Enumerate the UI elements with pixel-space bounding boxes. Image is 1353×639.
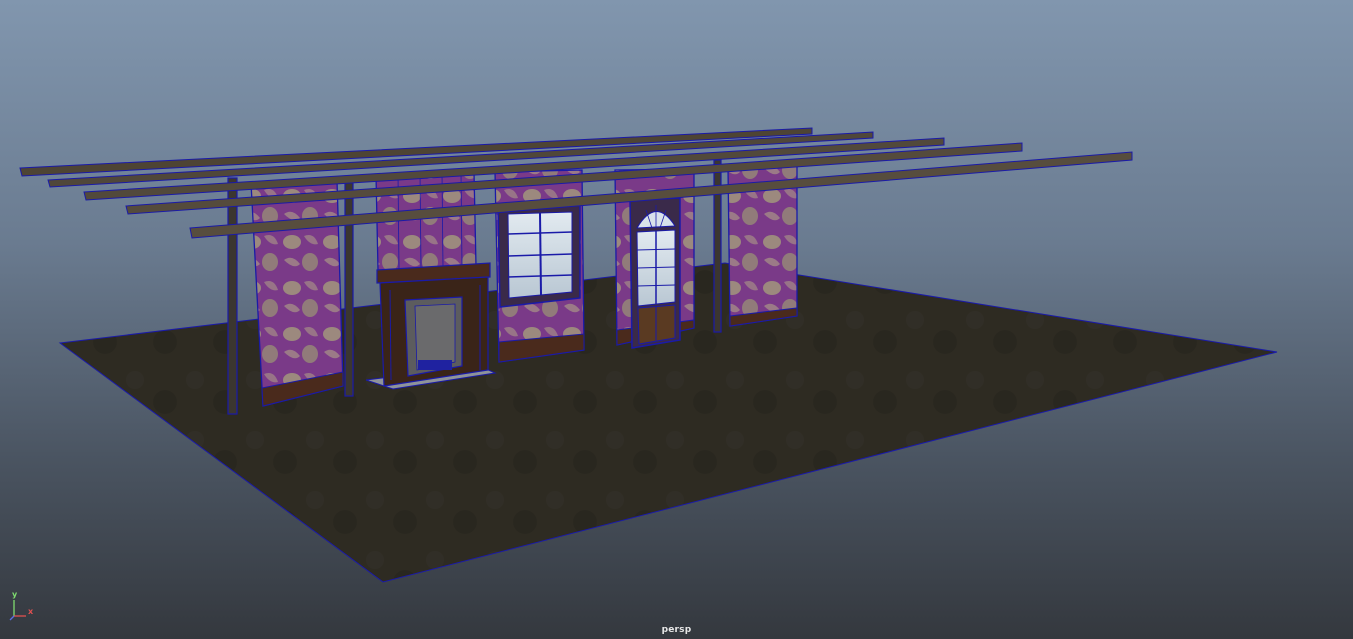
perspective-viewport[interactable]: y x persp [0,0,1353,639]
fireplace[interactable] [365,262,497,390]
wall-panel[interactable] [250,179,344,407]
scene-render[interactable] [0,0,1353,639]
camera-label: persp [661,625,692,635]
wooden-post[interactable] [344,175,354,397]
french-door[interactable] [629,197,681,349]
axis-gizmo: y x [6,590,46,624]
wooden-post[interactable] [227,177,238,415]
window[interactable] [497,204,581,308]
axis-x-label: x [28,607,34,616]
axis-y-label: y [12,590,18,599]
